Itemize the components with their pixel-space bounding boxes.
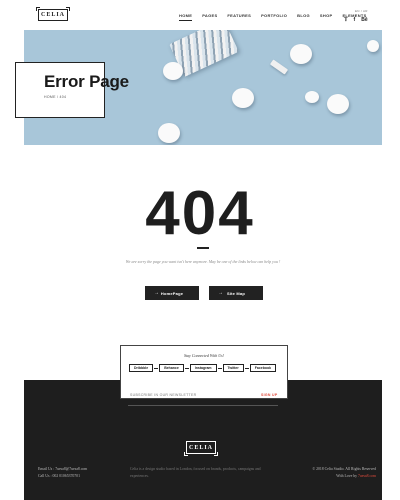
separator xyxy=(244,367,249,369)
social-link-facebook[interactable]: Facebook xyxy=(249,364,277,372)
social-links: Dribbble Behance Instagram Twitter Faceb… xyxy=(129,364,277,372)
nav-item-home[interactable]: HOME xyxy=(179,13,193,21)
pill-decoration xyxy=(163,62,183,80)
sitemap-button[interactable]: → Site Map xyxy=(209,286,263,300)
header-social: 𝕋 f Bē xyxy=(344,17,368,23)
stick-decoration xyxy=(269,59,289,75)
nav-item-pages[interactable]: PAGES xyxy=(202,13,217,18)
footer-logo[interactable]: CELIA xyxy=(184,441,218,456)
arrow-right-icon: → xyxy=(218,290,224,296)
breadcrumb[interactable]: HOME / 404 xyxy=(44,95,66,99)
credit-line: With Love by 7uesa8.com xyxy=(296,473,376,480)
footer-phone[interactable]: Call Us : 002 01065370701 xyxy=(38,473,87,480)
footer-email[interactable]: Email Us : 7uesa8@7uesa8.com xyxy=(38,466,87,473)
arrow-right-icon: → xyxy=(154,290,160,296)
social-link-dribbble[interactable]: Dribbble xyxy=(129,364,154,372)
site-header: CELIA HOME PAGES FEATURES PORTFOLIO BLOG… xyxy=(0,0,400,30)
twitter-icon[interactable]: 𝕋 xyxy=(344,17,348,23)
logo-text: CELIA xyxy=(40,12,65,18)
newsletter-email-input[interactable]: SUBSCRIBE IN OUR NEWSLETTER xyxy=(130,393,250,397)
sitemap-button-label: Site Map xyxy=(226,290,246,296)
separator xyxy=(217,367,222,369)
logo[interactable]: CELIA xyxy=(36,7,70,21)
nav-item-blog[interactable]: BLOG xyxy=(297,13,310,18)
behance-icon[interactable]: Bē xyxy=(361,17,367,23)
pill-decoration xyxy=(367,40,379,52)
pill-decoration xyxy=(158,123,180,143)
pill-decoration xyxy=(305,91,319,103)
language-switcher[interactable]: EN / AR xyxy=(355,9,368,13)
pill-decoration xyxy=(327,94,349,114)
homepage-button[interactable]: → HomePage xyxy=(145,286,199,300)
signup-button[interactable]: SIGN UP xyxy=(261,393,278,397)
page-title: Error Page xyxy=(44,72,129,91)
newsletter-title: Stay Connected With Us! xyxy=(183,353,225,358)
error-code: 404 xyxy=(145,179,255,248)
footer-logo-text: CELIA xyxy=(188,444,213,451)
footer-description: Celia is a design studio based in London… xyxy=(130,467,261,478)
nav-item-shop[interactable]: SHOP xyxy=(320,13,333,18)
input-underline xyxy=(128,405,278,406)
facebook-icon[interactable]: f xyxy=(354,17,356,23)
error-message: We are sorry the page you want isn't her… xyxy=(125,259,281,264)
separator xyxy=(184,367,189,369)
separator xyxy=(154,367,159,369)
pill-decoration xyxy=(232,88,254,108)
credit-link[interactable]: 7uesa8.com xyxy=(358,474,376,478)
nav-item-features[interactable]: FEATURES xyxy=(227,13,251,18)
footer-copyright: © 2018 Celia Studio. All Rights Reserved… xyxy=(296,466,376,479)
social-link-twitter[interactable]: Twitter xyxy=(222,364,244,372)
divider xyxy=(197,247,209,249)
credit-prefix: With Love by xyxy=(336,473,358,478)
social-link-behance[interactable]: Behance xyxy=(159,364,184,372)
footer-contact: Email Us : 7uesa8@7uesa8.com Call Us : 0… xyxy=(38,466,87,479)
pill-decoration xyxy=(290,44,312,64)
homepage-button-label: HomePage xyxy=(160,290,184,296)
social-link-instagram[interactable]: Instagram xyxy=(189,364,217,372)
nav-item-portfolio[interactable]: PORTFOLIO xyxy=(261,13,287,18)
